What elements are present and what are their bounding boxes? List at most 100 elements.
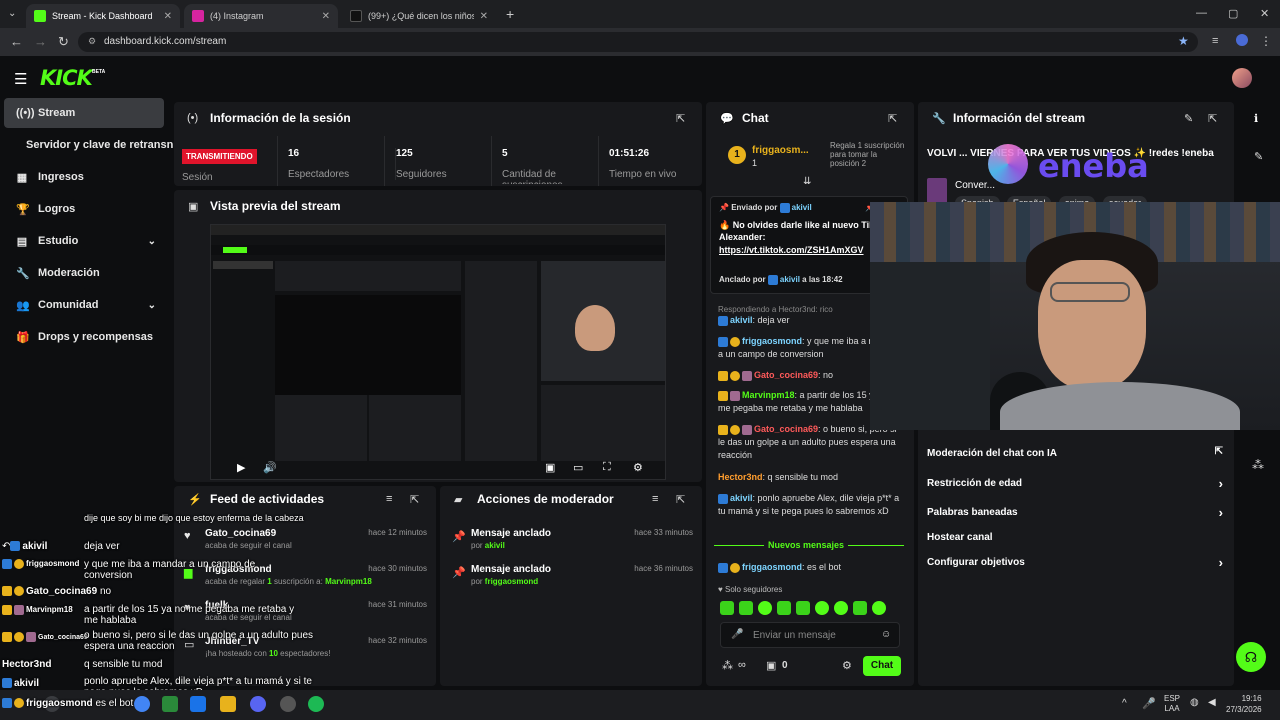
language-indicator[interactable]: ESP LAA bbox=[1164, 694, 1180, 714]
media-icon[interactable]: ≡ bbox=[1212, 35, 1218, 47]
url-input[interactable]: dashboard.kick.com/stream bbox=[78, 32, 1198, 52]
menu-dots-icon[interactable]: ⋮ bbox=[1260, 34, 1272, 48]
folder-icon[interactable] bbox=[220, 696, 236, 712]
mod-by: por akivil bbox=[471, 541, 505, 550]
discord-icon[interactable] bbox=[250, 696, 266, 712]
mic-icon[interactable]: 🎤 bbox=[1142, 697, 1156, 710]
share-icon[interactable]: ⁂ bbox=[1252, 458, 1264, 472]
emote-icon[interactable] bbox=[796, 601, 810, 615]
app-icon[interactable] bbox=[190, 696, 206, 712]
sidebar: ((•)) Stream Servidor y clave de retrans… bbox=[0, 96, 173, 486]
gift-prompt[interactable]: Regala 1 suscripción para tomar la posic… bbox=[830, 141, 906, 168]
filter-icon[interactable]: ≡ bbox=[386, 493, 392, 505]
gear-icon[interactable]: ⚙ bbox=[633, 461, 643, 474]
setting-host-channel[interactable]: Hostear canal bbox=[927, 532, 1223, 543]
emote-icon[interactable] bbox=[853, 601, 867, 615]
send-chat-button[interactable]: Chat bbox=[863, 656, 901, 676]
sidebar-item-comunidad[interactable]: 👥 Comunidad ⌄ bbox=[4, 290, 164, 320]
collapse-icon[interactable]: ⇊ bbox=[803, 176, 811, 187]
clip-icon[interactable]: ⁂ bbox=[722, 659, 733, 672]
overlay-chat-line: dije que soy bi me dijo que estoy enferm… bbox=[84, 513, 304, 523]
close-icon[interactable]: ✕ bbox=[322, 11, 330, 22]
chrome-icon[interactable] bbox=[134, 696, 150, 712]
app-icon[interactable] bbox=[162, 696, 178, 712]
maximize-icon[interactable]: ▢ bbox=[1228, 7, 1238, 20]
tab-instagram[interactable]: (4) Instagram ✕ bbox=[184, 4, 338, 28]
sidebar-item-server-key[interactable]: Servidor y clave de retransn bbox=[4, 130, 173, 160]
site-info-icon[interactable]: ⚙ bbox=[88, 36, 96, 47]
reload-icon[interactable]: ↻ bbox=[58, 34, 69, 50]
overlay-chat-line: ↶ akivil deja ver bbox=[2, 541, 120, 552]
preview-video[interactable]: ▶ 🔊 ▣ ▭ ⛶ ⚙ bbox=[210, 224, 666, 480]
info-icon[interactable]: ℹ bbox=[1254, 112, 1258, 125]
emoji-icon[interactable]: ☺ bbox=[881, 629, 891, 640]
emote-icon[interactable] bbox=[720, 601, 734, 615]
stat-value: 01:51:26 bbox=[609, 148, 650, 159]
overlay-chat-text: y que me iba a mandar a un campo de conv… bbox=[84, 559, 256, 581]
minimize-icon[interactable]: — bbox=[1196, 7, 1207, 19]
play-icon[interactable]: ▶ bbox=[237, 461, 245, 474]
clock[interactable]: 19:16 27/3/2026 bbox=[1226, 693, 1262, 715]
volume-icon[interactable]: ◀ bbox=[1208, 697, 1216, 708]
emote-icon[interactable] bbox=[834, 601, 848, 615]
edit-icon[interactable]: ✎ bbox=[1254, 150, 1263, 163]
close-window-icon[interactable]: ✕ bbox=[1260, 7, 1269, 20]
setting-goals[interactable]: Configurar objetivos › bbox=[927, 555, 1223, 570]
emote-icon[interactable] bbox=[777, 601, 791, 615]
bookmark-star-icon[interactable]: ★ bbox=[1178, 34, 1189, 48]
sidebar-item-drops[interactable]: 🎁 Drops y recompensas bbox=[4, 322, 164, 352]
network-icon[interactable]: ◍ bbox=[1190, 697, 1199, 708]
pip-icon[interactable]: ▣ bbox=[545, 461, 555, 474]
kick-logo[interactable]: KICK bbox=[40, 66, 93, 90]
new-messages-label[interactable]: Nuevos mensajes bbox=[764, 540, 849, 550]
back-icon[interactable]: ← bbox=[10, 34, 23, 49]
new-tab-icon[interactable]: + bbox=[506, 6, 514, 22]
tab-title: Stream - Kick Dashboard bbox=[52, 11, 153, 21]
setting-ai-moderation[interactable]: Moderación del chat con IA ⇱ bbox=[927, 446, 1223, 459]
popout-icon[interactable]: ⇱ bbox=[676, 112, 685, 125]
spotify-icon[interactable] bbox=[308, 696, 324, 712]
tray-chevron-icon[interactable]: ^ bbox=[1122, 698, 1127, 709]
edit-icon[interactable]: ✎ bbox=[1184, 112, 1193, 125]
app-icon[interactable] bbox=[280, 696, 296, 712]
close-icon[interactable]: ✕ bbox=[164, 11, 172, 22]
chat-input[interactable]: 🎤 Enviar un mensaje ☺ bbox=[720, 622, 900, 648]
mic-icon[interactable]: 🎤 bbox=[731, 629, 743, 640]
hamburger-menu-icon[interactable]: ☰ bbox=[14, 70, 27, 88]
tab-tiktok[interactable]: (99+) ¿Qué dicen los niños hoy ✕ bbox=[342, 4, 496, 28]
top-gifter-rank: 1 bbox=[728, 146, 746, 164]
popout-icon[interactable]: ⇱ bbox=[888, 112, 897, 125]
setting-banned-words[interactable]: Palabras baneadas › bbox=[927, 505, 1223, 520]
avatar[interactable] bbox=[1232, 68, 1252, 88]
profile-icon[interactable] bbox=[1236, 34, 1248, 46]
volume-icon[interactable]: 🔊 bbox=[263, 461, 277, 474]
gear-icon[interactable]: ⚙ bbox=[842, 659, 852, 672]
sidebar-item-stream[interactable]: ((•)) Stream bbox=[4, 98, 164, 128]
chevron-right-icon: › bbox=[1218, 555, 1223, 570]
tab-kick-dashboard[interactable]: Stream - Kick Dashboard ✕ bbox=[26, 4, 180, 28]
theater-icon[interactable]: ▭ bbox=[573, 461, 583, 474]
forward-icon[interactable]: → bbox=[34, 34, 47, 49]
popout-icon[interactable]: ⇱ bbox=[410, 493, 419, 506]
category-name[interactable]: Conver... bbox=[955, 180, 995, 191]
fullscreen-icon[interactable]: ⛶ bbox=[603, 461, 611, 474]
popout-icon[interactable]: ⇱ bbox=[676, 493, 685, 506]
emote-icon[interactable] bbox=[872, 601, 886, 615]
sidebar-item-logros[interactable]: 🏆 Logros bbox=[4, 194, 164, 224]
emote-icon[interactable] bbox=[815, 601, 829, 615]
popout-icon[interactable]: ⇱ bbox=[1208, 112, 1217, 125]
support-button[interactable]: ☊ bbox=[1236, 642, 1266, 672]
gift-box-icon[interactable]: ▣ bbox=[766, 659, 776, 672]
tab-search-icon[interactable]: ⌄ bbox=[8, 8, 16, 19]
emote-icon[interactable] bbox=[758, 601, 772, 615]
filter-icon[interactable]: ≡ bbox=[652, 493, 658, 505]
top-gifter-name[interactable]: friggaosm... bbox=[752, 145, 809, 156]
setting-age-restriction[interactable]: Restricción de edad › bbox=[927, 476, 1223, 491]
broadcast-icon: ((•)) bbox=[16, 107, 35, 119]
close-icon[interactable]: ✕ bbox=[480, 11, 488, 22]
sidebar-item-ingresos[interactable]: ▦ Ingresos bbox=[4, 162, 164, 192]
emote-icon[interactable] bbox=[739, 601, 753, 615]
infinity-icon[interactable]: ∞ bbox=[738, 659, 746, 671]
sidebar-item-estudio[interactable]: ▤ Estudio ⌄ bbox=[4, 226, 164, 256]
sidebar-item-moderacion[interactable]: 🔧 Moderación bbox=[4, 258, 164, 288]
